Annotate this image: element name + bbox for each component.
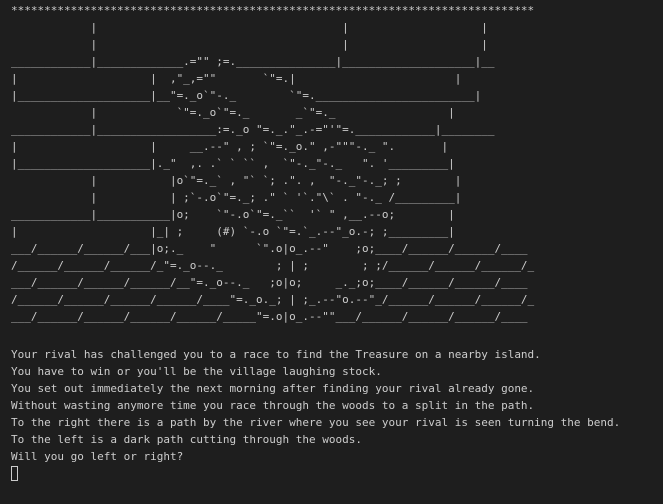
art-line: | | |: [90, 38, 488, 51]
story-line-3: You set out immediately the next morning…: [11, 382, 535, 395]
art-line: ____________|___________|o; `"-.o`"=._``…: [11, 208, 455, 221]
art-line: | |o`"=._` , "` `; .". , "-._"-._; ; |: [90, 174, 462, 187]
art-line: | | ,"_,="" `"=.| |: [11, 72, 462, 85]
art-line: ____________|__________________:=._o "=.…: [11, 123, 495, 136]
terminal-window[interactable]: ****************************************…: [0, 0, 663, 504]
story-prompt: Will you go left or right?: [11, 450, 184, 463]
art-line: | `"=._o`"=._ _`"=._ |: [90, 106, 455, 119]
art-line: ___/______/______/___|o;._ " `".o|o_.--"…: [11, 242, 528, 255]
art-line: | |_| ; (#) `-.o `"=.`_.--"_o.-; ;______…: [11, 225, 455, 238]
art-line: /______/______/______/_"=._o--._ ; | ; ;…: [11, 259, 535, 272]
story-text: Your rival has challenged you to a race …: [11, 346, 663, 465]
story-line-1: Your rival has challenged you to a race …: [11, 348, 541, 361]
art-line: | | ;`-.o`"=._; ." ` '`."\` . "-._ /____…: [90, 191, 462, 204]
art-line: | | |: [90, 21, 488, 34]
input-line[interactable]: [11, 465, 663, 482]
art-line: | | __.--" , ; `"=._o." ,-"""-._ ". |: [11, 140, 449, 153]
text-cursor[interactable]: [11, 466, 18, 481]
story-line-6: To the left is a dark path cutting throu…: [11, 433, 362, 446]
art-line: |____________________|._" ,. .` ` `` , `…: [11, 157, 455, 170]
art-line: ****************************************…: [11, 4, 535, 17]
art-line: |____________________|__"=._o`"-._ `"=._…: [11, 89, 482, 102]
story-line-2: You have to win or you'll be the village…: [11, 365, 382, 378]
ascii-art-banner: ****************************************…: [11, 2, 663, 325]
art-line: ___/______/______/______/______/_____"=.…: [11, 310, 528, 323]
story-line-5: To the right there is a path by the rive…: [11, 416, 621, 429]
art-line: ___/______/______/______/__"=._o--._ ;o|…: [11, 276, 528, 289]
story-line-4: Without wasting anymore time you race th…: [11, 399, 535, 412]
art-line: ____________|_____________.="" ;=.______…: [11, 55, 495, 68]
art-line: /______/______/______/______/____"=._o._…: [11, 293, 535, 306]
